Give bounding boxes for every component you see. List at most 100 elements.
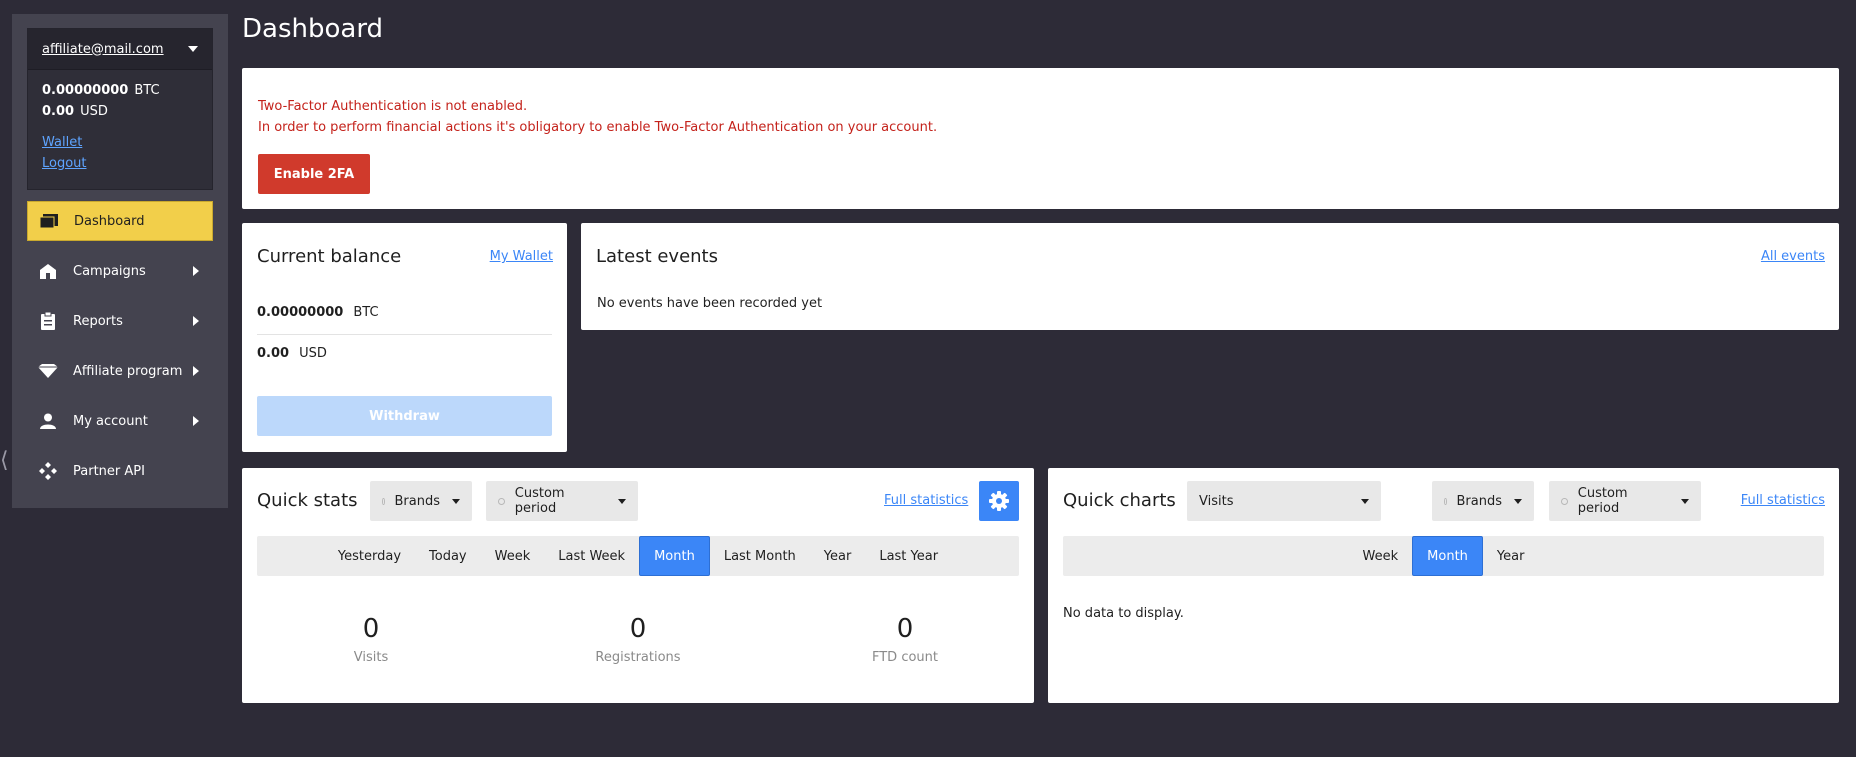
radio-icon	[498, 497, 505, 505]
account-email[interactable]: affiliate@mail.com	[42, 42, 164, 57]
sidebar-item-reports[interactable]: Reports	[27, 301, 213, 341]
quick-stats-title: Quick stats	[257, 490, 358, 511]
full-statistics-link[interactable]: Full statistics	[884, 493, 968, 508]
stat-label: FTD count	[871, 650, 938, 665]
radio-icon	[1444, 497, 1447, 505]
radio-icon	[382, 497, 385, 505]
period-select[interactable]: Custom period	[486, 481, 638, 521]
divider	[257, 334, 552, 335]
sidebar-item-label: Reports	[73, 313, 123, 329]
stat-registrations: 0 Registrations	[538, 614, 738, 665]
radio-icon	[1561, 497, 1568, 505]
sidebar-item-label: Campaigns	[73, 263, 146, 279]
charts-empty-message: No data to display.	[1063, 606, 1184, 621]
chevron-down-icon	[1681, 498, 1689, 504]
sidebar-item-affiliate-program[interactable]: Affiliate program	[27, 351, 213, 391]
chevron-down-icon	[1514, 498, 1522, 504]
balance-btc-row: 0.00000000 BTC	[257, 305, 552, 320]
enable-2fa-button[interactable]: Enable 2FA	[258, 154, 370, 194]
tab-last-month[interactable]: Last Month	[710, 536, 810, 576]
account-usd-unit: USD	[80, 104, 108, 119]
diamond-icon	[37, 362, 59, 380]
balance-usd-row: 0.00 USD	[257, 346, 552, 361]
balance-usd-unit: USD	[299, 346, 327, 361]
settings-button[interactable]	[979, 481, 1019, 521]
logout-link[interactable]: Logout	[42, 153, 198, 174]
tab-week[interactable]: Week	[1349, 536, 1413, 576]
tab-last-year[interactable]: Last Year	[865, 536, 952, 576]
charts-brands-value: Brands	[1456, 493, 1503, 509]
stat-value: 0	[896, 614, 914, 644]
gear-icon	[989, 491, 1009, 511]
chevron-down-icon[interactable]	[188, 46, 198, 52]
collapse-sidebar-icon[interactable]: ⟨	[0, 448, 9, 473]
sidebar-item-dashboard[interactable]: Dashboard	[27, 201, 213, 241]
account-usd-value: 0.00	[42, 104, 75, 119]
account-btc-unit: BTC	[134, 83, 160, 98]
balance-title: Current balance	[257, 246, 402, 267]
chevron-down-icon	[452, 498, 460, 504]
sidebar-item-partner-api[interactable]: Partner API	[27, 451, 213, 491]
sidebar-item-campaigns[interactable]: Campaigns	[27, 251, 213, 291]
account-balances: 0.00000000 BTC 0.00 USD	[28, 70, 212, 122]
tab-week[interactable]: Week	[481, 536, 545, 576]
charts-full-statistics-link[interactable]: Full statistics	[1741, 493, 1825, 508]
my-wallet-link[interactable]: My Wallet	[490, 249, 553, 264]
latest-events-panel: Latest events All events No events have …	[581, 223, 1839, 330]
tab-month[interactable]: Month	[639, 536, 710, 576]
period-select-value: Custom period	[514, 486, 565, 516]
api-icon	[37, 462, 59, 480]
quick-stats-panel: Quick stats Brands Custom period Full st…	[242, 468, 1034, 703]
tab-year[interactable]: Year	[810, 536, 866, 576]
account-dropdown[interactable]: affiliate@mail.com	[28, 29, 212, 70]
tab-last-week[interactable]: Last Week	[544, 536, 639, 576]
metric-select-value: Visits	[1199, 493, 1234, 509]
stat-ftd-count: 0 FTD count	[805, 614, 1005, 665]
page-title: Dashboard	[242, 14, 384, 44]
withdraw-button[interactable]: Withdraw	[257, 396, 552, 436]
stat-label: Registrations	[595, 650, 681, 665]
stat-value: 0	[362, 614, 380, 644]
balance-btc-unit: BTC	[353, 305, 379, 320]
tab-year[interactable]: Year	[1483, 536, 1539, 576]
alert-line-1: Two-Factor Authentication is not enabled…	[258, 99, 528, 114]
charts-period-select[interactable]: Custom period	[1549, 481, 1701, 521]
stat-visits: 0 Visits	[271, 614, 471, 665]
metric-select[interactable]: Visits	[1187, 481, 1381, 521]
chevron-down-icon	[1361, 498, 1369, 504]
sidebar-item-label: Partner API	[73, 463, 145, 479]
stat-label: Visits	[353, 650, 389, 665]
sidebar-item-my-account[interactable]: My account	[27, 401, 213, 441]
chevron-right-icon	[193, 266, 199, 276]
events-empty-message: No events have been recorded yet	[597, 296, 823, 311]
clipboard-icon	[37, 312, 59, 330]
charts-period-tabs: Week Month Year	[1063, 536, 1824, 576]
balance-btc-value: 0.00000000	[257, 305, 344, 320]
sidebar-nav: Dashboard Campaigns Reports Affiliate pr…	[27, 201, 213, 501]
two-factor-alert: Two-Factor Authentication is not enabled…	[242, 68, 1839, 209]
sidebar-item-label: Affiliate program	[73, 363, 183, 379]
account-box: affiliate@mail.com 0.00000000 BTC 0.00 USD…	[27, 28, 213, 190]
balance-usd-value: 0.00	[257, 346, 290, 361]
wallet-link[interactable]: Wallet	[42, 132, 198, 153]
charts-brands-select[interactable]: Brands	[1432, 481, 1534, 521]
charts-period-value: Custom period	[1577, 486, 1628, 516]
tab-month[interactable]: Month	[1412, 536, 1483, 576]
chevron-right-icon	[193, 366, 199, 376]
dashboard-icon	[38, 212, 60, 230]
chevron-right-icon	[193, 316, 199, 326]
account-links: Wallet Logout	[28, 122, 212, 174]
user-icon	[37, 412, 59, 430]
quick-charts-title: Quick charts	[1063, 490, 1176, 511]
brands-select[interactable]: Brands	[370, 481, 472, 521]
tab-today[interactable]: Today	[415, 536, 481, 576]
sidebar: affiliate@mail.com 0.00000000 BTC 0.00 USD…	[12, 14, 228, 508]
current-balance-panel: Current balance My Wallet 0.00000000 BTC …	[242, 223, 567, 452]
all-events-link[interactable]: All events	[1761, 249, 1825, 264]
sidebar-item-label: Dashboard	[74, 213, 145, 229]
quick-charts-panel: Quick charts Visits Brands Custom period…	[1048, 468, 1839, 703]
tab-yesterday[interactable]: Yesterday	[324, 536, 415, 576]
brands-select-value: Brands	[394, 493, 441, 509]
stats-period-tabs: Yesterday Today Week Last Week Month Las…	[257, 536, 1019, 576]
home-icon	[37, 262, 59, 280]
